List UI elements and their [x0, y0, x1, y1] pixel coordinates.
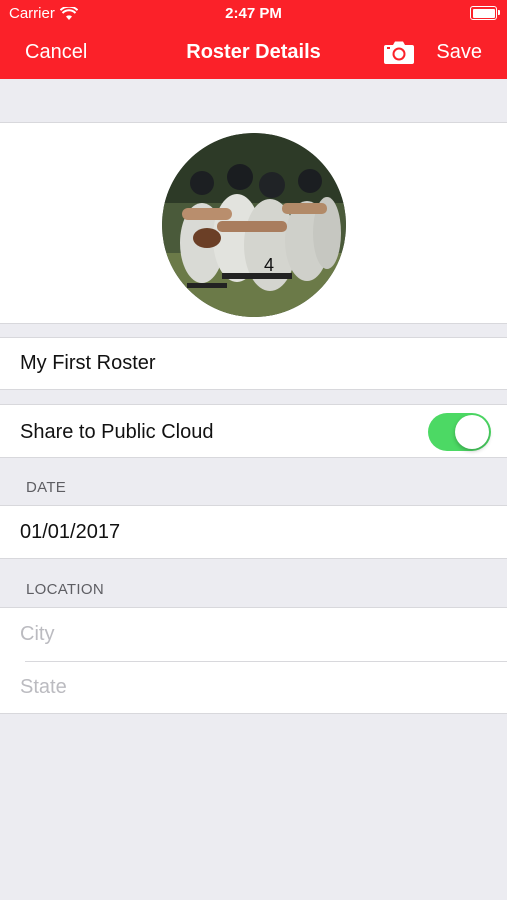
battery-icon: [470, 6, 500, 20]
nav-bar: Cancel Roster Details Save: [0, 28, 507, 79]
save-button[interactable]: Save: [436, 41, 482, 64]
share-row: Share to Public Cloud: [0, 404, 507, 458]
toggle-knob: [455, 415, 489, 449]
date-section-header: DATE: [26, 479, 67, 496]
roster-name-row[interactable]: My First Roster: [0, 337, 507, 390]
team-photo-image: 4: [162, 133, 346, 317]
city-field[interactable]: City: [20, 623, 54, 646]
cancel-button[interactable]: Cancel: [25, 41, 87, 64]
share-toggle[interactable]: [428, 413, 491, 451]
team-photo[interactable]: 4: [162, 133, 346, 317]
state-field[interactable]: State: [20, 676, 67, 699]
camera-icon[interactable]: [383, 39, 415, 65]
navigation-bar: Carrier 2:47 PM Cancel Roster Details Sa…: [0, 0, 507, 79]
divider: [25, 661, 507, 662]
date-row[interactable]: 01/01/2017: [0, 505, 507, 559]
status-time: 2:47 PM: [225, 5, 282, 22]
location-section-header: LOCATION: [26, 581, 104, 598]
date-field[interactable]: 01/01/2017: [20, 521, 120, 544]
status-bar: Carrier 2:47 PM: [0, 0, 507, 28]
photo-section: 4: [0, 122, 507, 324]
share-label: Share to Public Cloud: [20, 421, 214, 443]
svg-text:4: 4: [264, 255, 274, 275]
location-section: City State: [0, 607, 507, 714]
roster-name-field[interactable]: My First Roster: [20, 352, 156, 375]
